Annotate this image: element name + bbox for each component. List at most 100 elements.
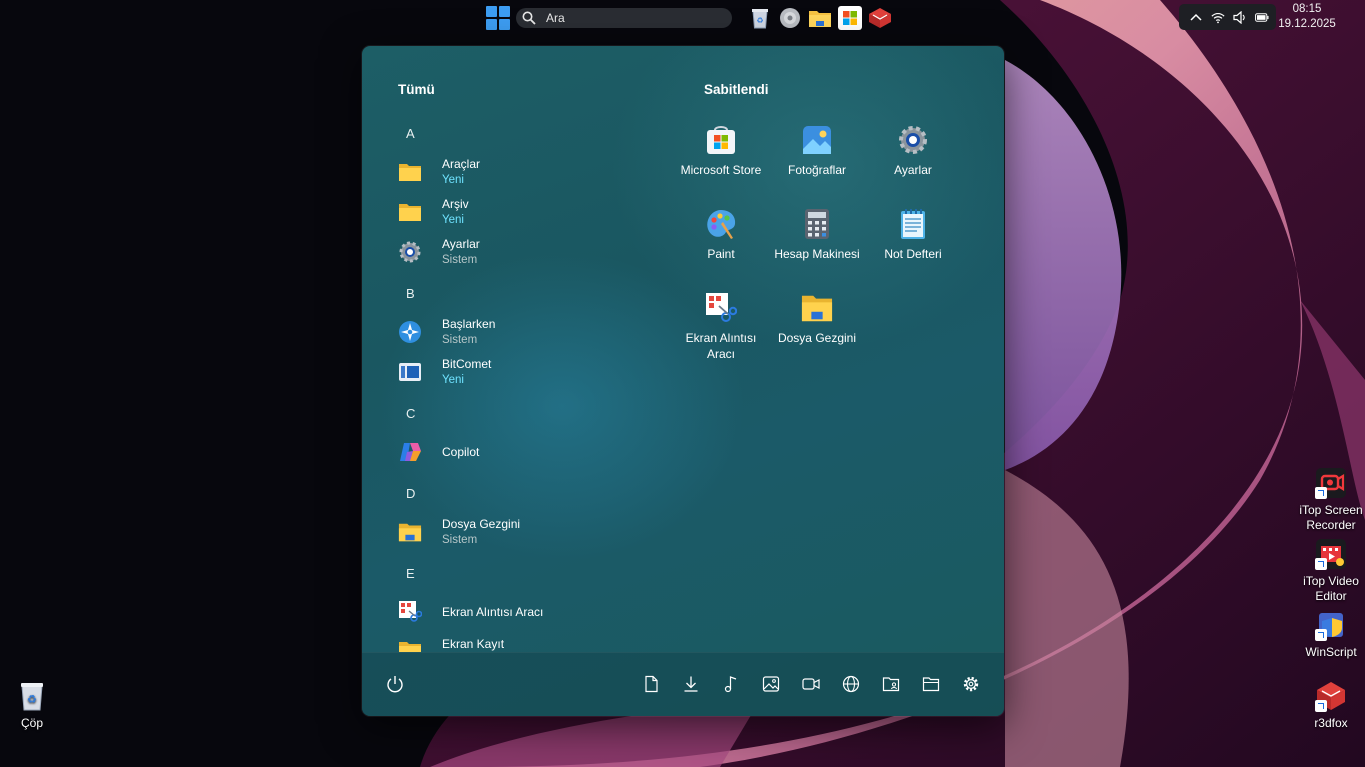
pinned-label: Paint xyxy=(707,247,735,261)
microsoft-store-icon[interactable] xyxy=(838,6,862,30)
folder-icon xyxy=(398,160,422,184)
desktop-icon-label: Çöp xyxy=(20,716,43,730)
clock[interactable]: 08:15 19.12.2025 xyxy=(1276,2,1338,32)
disc-icon[interactable] xyxy=(778,6,802,30)
bitcomet-icon xyxy=(398,360,422,384)
app-item-baslarken[interactable]: Başlarken Sistem xyxy=(398,314,594,350)
search-placeholder: Ara xyxy=(546,11,565,25)
app-item-ayarlar[interactable]: Ayarlar Sistem xyxy=(398,234,594,270)
all-apps-list[interactable]: A Araçlar Yeni ⌄ Arşiv Yeni ⌄ xyxy=(390,116,600,652)
network-icon[interactable] xyxy=(842,675,860,693)
r3dfox-icon[interactable] xyxy=(868,6,892,30)
microsoft-store-icon xyxy=(705,124,737,156)
app-item-bitcomet[interactable]: BitComet Yeni xyxy=(398,354,594,390)
itop-screen-recorder-icon xyxy=(1315,467,1347,499)
app-subtitle: Sistem xyxy=(442,333,478,346)
pinned-ekran-alintisi[interactable]: Ekran Alıntısı Aracı xyxy=(671,292,771,362)
app-item-dosya-gezgini[interactable]: Dosya Gezgini Sistem xyxy=(398,514,594,550)
app-subtitle: Yeni xyxy=(442,213,464,226)
pinned-label: Not Defteri xyxy=(884,247,942,261)
settings-icon[interactable] xyxy=(962,675,980,693)
letter-header-a[interactable]: A xyxy=(406,126,415,141)
file-explorer-icon xyxy=(398,520,422,544)
start-menu-footer xyxy=(362,652,1004,716)
letter-header-e[interactable]: E xyxy=(406,566,415,581)
music-icon[interactable] xyxy=(722,675,740,693)
chevron-up-icon[interactable] xyxy=(1189,10,1203,24)
all-apps-header: Tümü xyxy=(398,82,435,97)
app-name: BitComet xyxy=(442,356,492,371)
videos-icon[interactable] xyxy=(802,675,820,693)
pinned-microsoft-store[interactable]: Microsoft Store xyxy=(671,124,771,178)
letter-header-c[interactable]: C xyxy=(406,406,415,421)
desktop-icon-label: iTop Video Editor xyxy=(1303,574,1359,603)
app-name: Ayarlar xyxy=(442,236,480,251)
power-icon[interactable] xyxy=(386,675,404,693)
system-tray[interactable] xyxy=(1179,4,1276,30)
clock-date: 19.12.2025 xyxy=(1278,18,1336,30)
search-box[interactable]: Ara xyxy=(516,8,732,28)
volume-icon[interactable] xyxy=(1233,10,1247,24)
downloads-icon[interactable] xyxy=(682,675,700,693)
file-explorer-icon[interactable] xyxy=(922,675,940,693)
recycle-bin-icon[interactable]: ♻ xyxy=(748,6,772,30)
start-button[interactable] xyxy=(486,6,510,30)
gear-icon xyxy=(897,124,929,156)
app-name: Copilot xyxy=(442,444,480,459)
svg-text:♻: ♻ xyxy=(27,693,37,706)
pictures-icon[interactable] xyxy=(762,675,780,693)
clock-time: 08:15 xyxy=(1292,3,1322,15)
file-explorer-icon xyxy=(801,292,833,324)
pinned-label: Microsoft Store xyxy=(680,163,762,177)
documents-icon[interactable] xyxy=(642,675,660,693)
pinned-label: Fotoğraflar xyxy=(787,163,847,177)
wifi-icon[interactable] xyxy=(1211,10,1225,24)
pinned-dosya-gezgini[interactable]: Dosya Gezgini xyxy=(767,292,867,346)
calculator-icon xyxy=(801,208,833,240)
desktop-icon-cop[interactable]: ♻ Çöp xyxy=(0,680,64,731)
desktop-icon-itop-video-editor[interactable]: iTop Video Editor xyxy=(1299,538,1363,604)
pinned-label: Dosya Gezgini xyxy=(777,331,857,345)
pinned-fotograflar[interactable]: Fotoğraflar xyxy=(767,124,867,178)
app-name: Dosya Gezgini xyxy=(442,516,521,531)
app-subtitle: Sistem xyxy=(442,533,478,546)
file-explorer-icon[interactable] xyxy=(808,6,832,30)
photos-icon xyxy=(801,124,833,156)
pinned-header: Sabitlendi xyxy=(704,82,769,97)
recycle-bin-icon: ♻ xyxy=(16,680,48,712)
app-subtitle: Yeni xyxy=(442,173,464,186)
app-item-araclar[interactable]: Araçlar Yeni xyxy=(398,154,594,190)
snipping-tool-icon xyxy=(705,292,737,324)
desktop-icon-r3dfox[interactable]: r3dfox xyxy=(1299,680,1363,731)
pinned-label: Ekran Alıntısı Aracı xyxy=(685,331,757,361)
notepad-icon xyxy=(897,208,929,240)
letter-header-d[interactable]: D xyxy=(406,486,415,501)
desktop-icon-itop-screen-recorder[interactable]: iTop Screen Recorder xyxy=(1299,467,1363,533)
app-name: Araçlar xyxy=(442,156,481,171)
copilot-icon xyxy=(398,440,422,464)
desktop-icon-label: iTop Screen Recorder xyxy=(1299,503,1363,532)
pinned-paint[interactable]: Paint xyxy=(671,208,771,262)
app-item-ekran-alintisi[interactable]: Ekran Alıntısı Aracı xyxy=(398,594,594,630)
app-item-arsiv[interactable]: Arşiv Yeni xyxy=(398,194,594,230)
folder-icon xyxy=(398,632,422,652)
app-item-copilot[interactable]: Copilot xyxy=(398,434,594,470)
desktop-icon-winscript[interactable]: WinScript xyxy=(1299,609,1363,660)
winscript-icon xyxy=(1315,609,1347,641)
taskbar: Ara ♻ xyxy=(486,4,898,32)
pinned-ayarlar[interactable]: Ayarlar xyxy=(863,124,963,178)
gear-icon xyxy=(398,240,422,264)
desktop-icon-label: r3dfox xyxy=(1314,716,1348,730)
letter-header-b[interactable]: B xyxy=(406,286,415,301)
app-name: Ekran Alıntısı Aracı xyxy=(442,604,544,619)
app-name: Arşiv xyxy=(442,196,469,211)
get-started-icon xyxy=(398,320,422,344)
app-subtitle: Sistem xyxy=(442,253,478,266)
battery-icon[interactable] xyxy=(1255,10,1269,24)
pinned-not-defteri[interactable]: Not Defteri xyxy=(863,208,963,262)
personal-folder-icon[interactable] xyxy=(882,675,900,693)
app-item-ekran-kayit[interactable]: Ekran Kayıt xyxy=(398,626,594,652)
desktop-icon-label: WinScript xyxy=(1305,645,1357,659)
pinned-hesap-makinesi[interactable]: Hesap Makinesi xyxy=(767,208,867,262)
app-subtitle: Yeni xyxy=(442,373,464,386)
